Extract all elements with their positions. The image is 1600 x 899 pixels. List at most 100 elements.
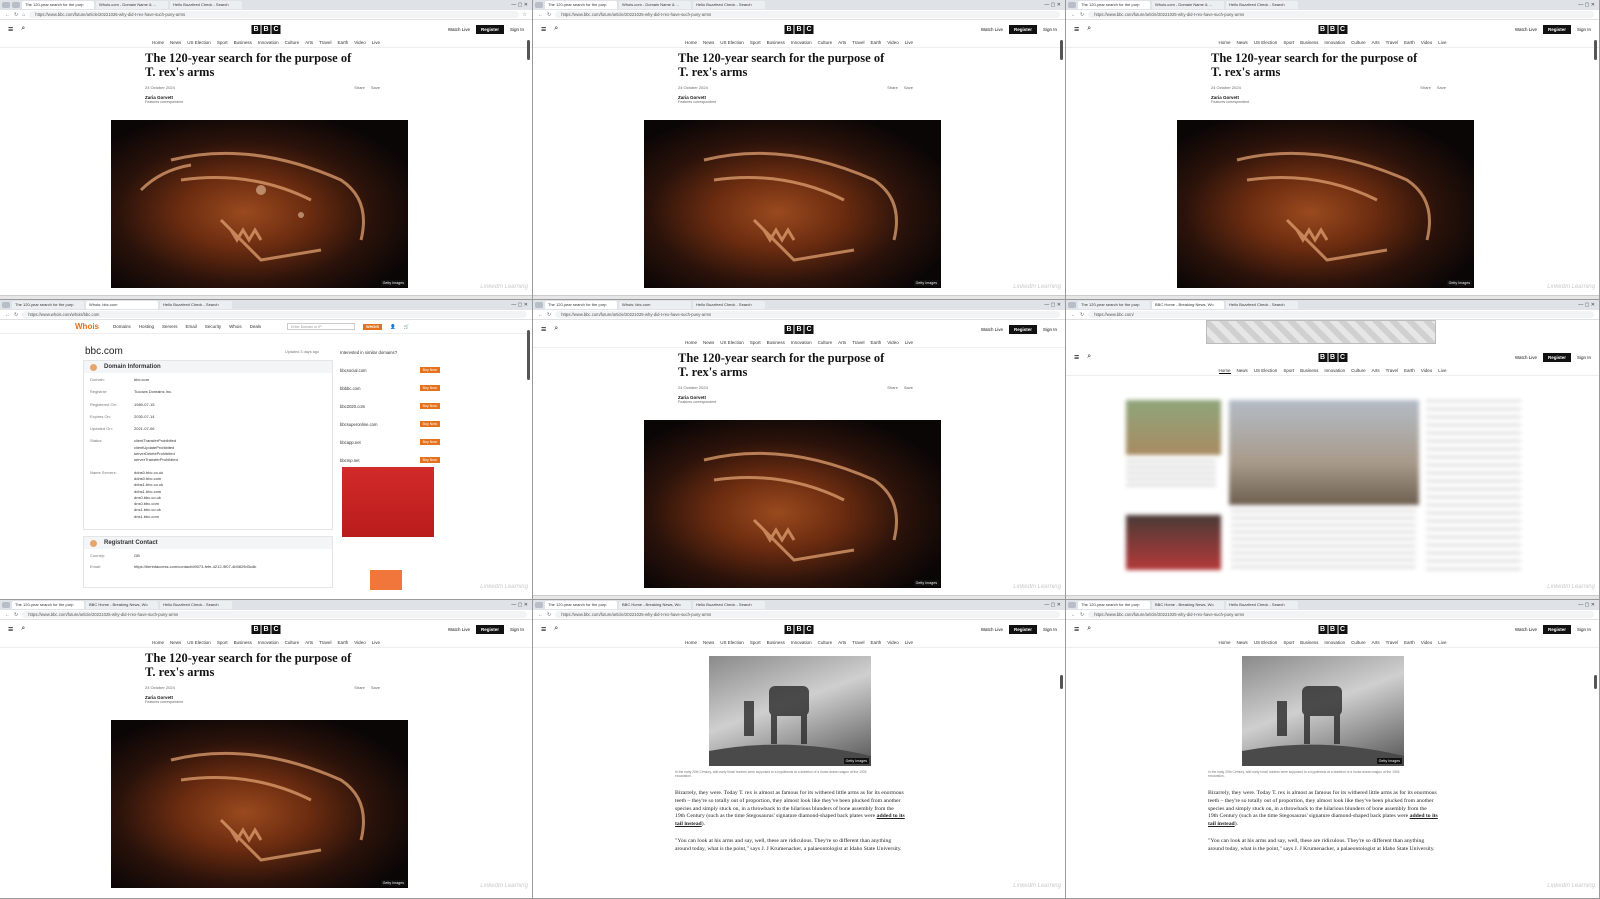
nav-live[interactable]: Live — [905, 640, 913, 645]
window-controls[interactable]: — ▢ ✕ — [1578, 2, 1599, 8]
nav-sport[interactable]: Sport — [1283, 40, 1294, 45]
nav-arts[interactable]: Arts — [838, 340, 846, 345]
nav-innovation[interactable]: Innovation — [791, 640, 812, 645]
save-button[interactable]: Save — [1437, 85, 1446, 90]
nav-arts[interactable]: Arts — [305, 640, 313, 645]
sign-in-link[interactable]: Sign In — [1043, 27, 1057, 32]
nav-arts[interactable]: Arts — [1372, 368, 1380, 373]
search-icon[interactable]: ⌕ — [554, 25, 558, 33]
nav-earth[interactable]: Earth — [1404, 640, 1415, 645]
scrollbar[interactable] — [527, 330, 530, 380]
watch-live-link[interactable]: Watch Live — [448, 27, 470, 32]
refresh-icon[interactable]: ↻ — [1080, 312, 1084, 318]
bbc-logo[interactable]: BBC — [251, 24, 281, 34]
search-icon[interactable]: ⌕ — [1087, 625, 1091, 633]
refresh-icon[interactable]: ↻ — [547, 612, 551, 618]
save-button[interactable]: Save — [371, 85, 380, 90]
sign-in-link[interactable]: Sign In — [510, 627, 524, 632]
nav-us-election[interactable]: US Election — [187, 40, 211, 45]
advertisement[interactable] — [370, 570, 402, 590]
profile-icon[interactable] — [1068, 602, 1076, 608]
whois-logo[interactable]: Whois — [75, 322, 99, 331]
nav-sport[interactable]: Sport — [1283, 368, 1294, 373]
watch-live-link[interactable]: Watch Live — [1515, 27, 1537, 32]
tab-article[interactable]: The 120-year search for the purp — [545, 601, 617, 609]
back-icon[interactable]: ← — [1071, 12, 1076, 18]
register-button[interactable]: Register — [1008, 24, 1037, 34]
tab-home[interactable]: BBC Home - Breaking News, Wo — [1152, 301, 1224, 309]
nav-us-election[interactable]: US Election — [720, 640, 744, 645]
nav-earth[interactable]: Earth — [871, 40, 882, 45]
register-button[interactable]: Register — [1008, 624, 1037, 634]
tab-search[interactable]: Hello Buzzfeed Check - Search — [1226, 301, 1298, 309]
whois-search-button[interactable]: WHOIS — [363, 323, 382, 330]
nav-hosting[interactable]: Hosting — [139, 324, 154, 329]
tab-whois[interactable]: Whois.com - Domain Name & ... — [619, 1, 691, 9]
nav-sport[interactable]: Sport — [217, 40, 228, 45]
nav-home[interactable]: Home — [1218, 368, 1231, 374]
url-input[interactable]: https://www.bbc.com/future/article/20221… — [555, 11, 1060, 18]
bbc-logo[interactable]: BBC — [251, 624, 281, 634]
nav-culture[interactable]: Culture — [285, 640, 300, 645]
search-icon[interactable]: ⌕ — [554, 625, 558, 633]
nav-earth[interactable]: Earth — [1404, 368, 1415, 373]
nav-business[interactable]: Business — [767, 640, 785, 645]
watch-live-link[interactable]: Watch Live — [448, 627, 470, 632]
nav-home[interactable]: Home — [152, 40, 164, 45]
profile-icon[interactable] — [535, 2, 543, 8]
save-button[interactable]: Save — [371, 685, 380, 690]
home-icon[interactable]: ⌂ — [22, 12, 25, 18]
tab-whois[interactable]: Whois: bbc.com — [86, 301, 158, 309]
watch-live-link[interactable]: Watch Live — [981, 327, 1003, 332]
nav-sport[interactable]: Sport — [217, 640, 228, 645]
story-thumbnail[interactable] — [1126, 400, 1221, 455]
back-icon[interactable]: ← — [538, 312, 543, 318]
profile-icon[interactable] — [1068, 2, 1076, 8]
nav-business[interactable]: Business — [1300, 640, 1318, 645]
buy-now-button[interactable]: Buy Now — [419, 439, 440, 445]
tab-article[interactable]: The 120-year search for the purp — [545, 1, 617, 9]
nav-video[interactable]: Video — [887, 640, 898, 645]
nav-video[interactable]: Video — [1421, 640, 1432, 645]
tab-home[interactable]: BBC Home - Breaking News, Wo — [619, 601, 691, 609]
menu-icon[interactable]: ≡ — [1074, 24, 1079, 34]
bbc-logo[interactable]: BBC — [1318, 352, 1347, 362]
nav-home[interactable]: Home — [152, 640, 164, 645]
advertisement[interactable] — [342, 467, 434, 537]
url-input[interactable]: https://www.bbc.com/ — [1088, 311, 1594, 318]
nav-travel[interactable]: Travel — [1386, 640, 1398, 645]
nav-innovation[interactable]: Innovation — [1324, 368, 1345, 373]
nav-live[interactable]: Live — [1438, 40, 1446, 45]
share-button[interactable]: Share — [354, 685, 365, 690]
story-list[interactable] — [1426, 400, 1521, 570]
nav-culture[interactable]: Culture — [285, 40, 300, 45]
tab-article[interactable]: The 120-year search for the purp — [545, 301, 617, 309]
tab-search[interactable]: Hello Buzzfeed Check - Search — [693, 1, 765, 9]
nav-innovation[interactable]: Innovation — [1324, 40, 1345, 45]
nav-culture[interactable]: Culture — [1351, 40, 1366, 45]
menu-icon[interactable]: ≡ — [8, 624, 13, 634]
story-text[interactable] — [1126, 460, 1216, 490]
nav-business[interactable]: Business — [767, 40, 785, 45]
nav-innovation[interactable]: Innovation — [258, 40, 279, 45]
tab-search[interactable]: Hello Buzzfeed Check - Search — [160, 301, 232, 309]
profile-icon[interactable] — [1068, 302, 1076, 308]
window-controls[interactable]: — ▢ ✕ — [1044, 602, 1065, 608]
nav-arts[interactable]: Arts — [1372, 640, 1380, 645]
scrollbar[interactable] — [1594, 40, 1597, 60]
profile-icon[interactable] — [535, 302, 543, 308]
nav-travel[interactable]: Travel — [1386, 40, 1398, 45]
refresh-icon[interactable]: ↻ — [14, 12, 18, 18]
register-button[interactable]: Register — [475, 624, 504, 634]
nav-live[interactable]: Live — [372, 40, 380, 45]
refresh-icon[interactable]: ↻ — [547, 312, 551, 318]
window-controls[interactable]: — ▢ ✕ — [1044, 302, 1065, 308]
tab-whois[interactable]: Whois: bbc.com — [619, 301, 691, 309]
share-button[interactable]: Share — [887, 385, 898, 390]
buy-now-button[interactable]: Buy Now — [419, 367, 440, 373]
nav-video[interactable]: Video — [354, 640, 365, 645]
nav-culture[interactable]: Culture — [818, 640, 833, 645]
bbc-logo[interactable]: BBC — [1318, 624, 1347, 634]
nav-servers[interactable]: Servers — [162, 324, 178, 329]
tab-search[interactable]: Hello Buzzfeed Check - Search — [693, 301, 765, 309]
